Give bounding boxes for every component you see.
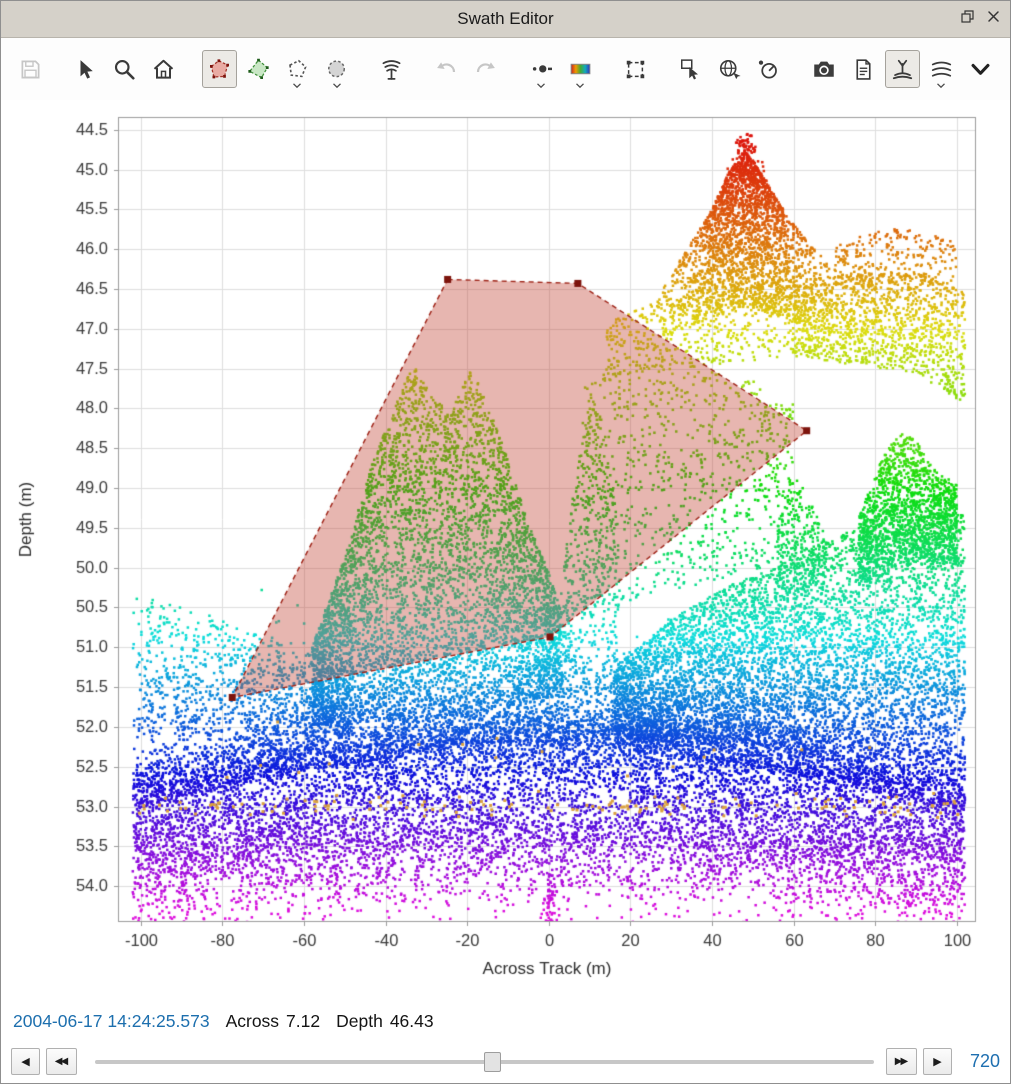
- dropdown-chevron-icon: [576, 83, 585, 89]
- dropdown-chevron-icon: [332, 83, 341, 89]
- zoom-icon: [112, 57, 137, 82]
- playback-bar: ◀ ◀◀ ▶▶ ▶ 720: [1, 1040, 1010, 1083]
- multi-swath-icon: [929, 57, 954, 82]
- step-forward-button[interactable]: ▶: [923, 1048, 952, 1075]
- profile-info-button[interactable]: [846, 50, 881, 88]
- toolbar: [1, 38, 1010, 100]
- redo-icon: [473, 57, 498, 82]
- float-window-button[interactable]: [958, 10, 976, 28]
- doc-icon: [851, 57, 876, 82]
- dropdown-chevron-icon: [293, 83, 302, 89]
- swath-editor-window: Swath Editor 2004-06-17 14:24:25.573 Acr…: [0, 0, 1011, 1084]
- across-label: Across: [226, 1011, 279, 1032]
- reject-polygon-tool-button[interactable]: [202, 50, 237, 88]
- dropdown-chevron-icon: [537, 83, 546, 89]
- compass-icon: [756, 57, 781, 82]
- beam-filter-button[interactable]: [374, 50, 409, 88]
- pick-point-tool-button[interactable]: [673, 50, 708, 88]
- undo-button[interactable]: [429, 50, 464, 88]
- dropdown-chevron-icon: [937, 83, 946, 89]
- close-icon: [987, 10, 1000, 28]
- circle-dotted-icon: [324, 57, 349, 82]
- globe-icon: [717, 57, 742, 82]
- step-back-button[interactable]: ◀: [11, 1048, 40, 1075]
- cursor-icon: [73, 57, 98, 82]
- selection-box-tool-button[interactable]: [618, 50, 653, 88]
- pick-point-icon: [678, 57, 703, 82]
- colormap-icon: [568, 57, 593, 82]
- timeline-slider[interactable]: [95, 1060, 874, 1064]
- swath-profile-icon: [890, 57, 915, 82]
- float-window-icon: [961, 10, 974, 28]
- ping-counter: 720: [964, 1051, 1000, 1072]
- time-pick-tool-button[interactable]: [751, 50, 786, 88]
- title-bar[interactable]: Swath Editor: [1, 1, 1010, 38]
- depth-value: 46.43: [390, 1011, 434, 1032]
- beam-icon: [379, 57, 404, 82]
- single-swath-view-button[interactable]: [885, 50, 920, 88]
- plot-area: [1, 100, 1010, 1002]
- fast-forward-button[interactable]: ▶▶: [886, 1048, 917, 1075]
- window-title: Swath Editor: [457, 9, 553, 29]
- point-size-button[interactable]: [524, 50, 559, 88]
- poly-red-icon: [207, 57, 232, 82]
- fast-back-button[interactable]: ◀◀: [46, 1048, 77, 1075]
- redo-button[interactable]: [468, 50, 503, 88]
- pointer-tool-button[interactable]: [68, 50, 103, 88]
- swath-plot-canvas[interactable]: [1, 100, 1011, 1002]
- poly-dotted-icon: [285, 57, 310, 82]
- depth-label: Depth: [336, 1011, 383, 1032]
- undo-icon: [434, 57, 459, 82]
- multi-swath-view-button[interactable]: [924, 50, 959, 88]
- save-button[interactable]: [13, 50, 48, 88]
- home-view-button[interactable]: [146, 50, 181, 88]
- sel-box-icon: [623, 57, 648, 82]
- camera-icon: [811, 56, 837, 82]
- snapshot-button[interactable]: [806, 50, 841, 88]
- geo-pick-tool-button[interactable]: [712, 50, 747, 88]
- across-value: 7.12: [286, 1011, 320, 1032]
- circle-select-tool-button[interactable]: [319, 50, 354, 88]
- status-bar: 2004-06-17 14:24:25.573 Across 7.12 Dept…: [1, 1002, 1010, 1040]
- cursor-timestamp: 2004-06-17 14:24:25.573: [13, 1011, 210, 1032]
- zoom-tool-button[interactable]: [107, 50, 142, 88]
- point-size-icon: [529, 57, 554, 82]
- more-options-button[interactable]: [963, 50, 998, 88]
- home-icon: [151, 57, 176, 82]
- chevron-down-icon: [967, 56, 994, 83]
- save-icon: [18, 57, 43, 82]
- lasso-polygon-tool-button[interactable]: [280, 50, 315, 88]
- timeline-slider-handle[interactable]: [484, 1052, 501, 1072]
- accept-polygon-tool-button[interactable]: [241, 50, 276, 88]
- close-window-button[interactable]: [984, 10, 1002, 28]
- color-map-button[interactable]: [563, 50, 598, 88]
- poly-green-icon: [246, 57, 271, 82]
